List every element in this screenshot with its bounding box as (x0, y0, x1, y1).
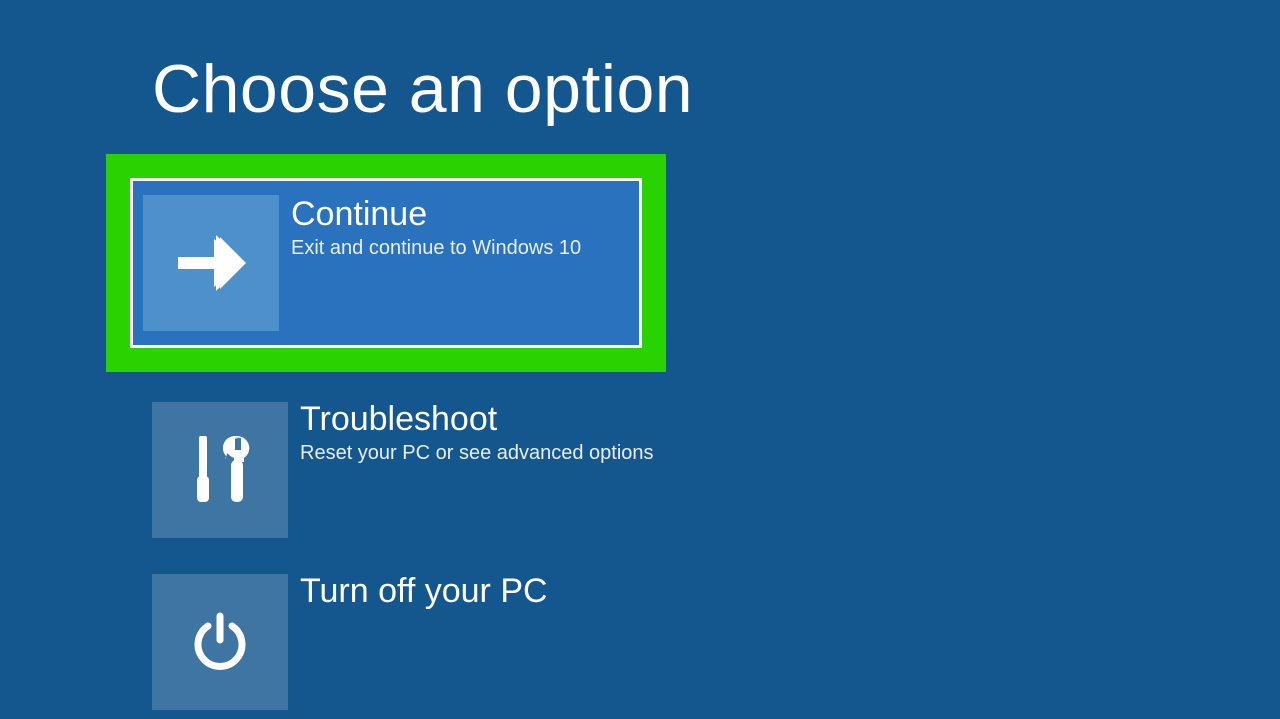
option-troubleshoot[interactable]: Troubleshoot Reset your PC or see advanc… (152, 402, 1280, 538)
option-continue-title: Continue (291, 197, 581, 233)
option-troubleshoot-description: Reset your PC or see advanced options (300, 442, 654, 465)
page-title: Choose an option (152, 50, 1280, 128)
tools-icon (152, 402, 288, 538)
option-troubleshoot-text: Troubleshoot Reset your PC or see advanc… (300, 402, 654, 465)
options-list: Continue Exit and continue to Windows 10 (152, 154, 1280, 710)
option-continue-description: Exit and continue to Windows 10 (291, 237, 581, 260)
option-turnoff[interactable]: Turn off your PC (152, 574, 1280, 710)
option-turnoff-title: Turn off your PC (300, 574, 548, 610)
option-troubleshoot-title: Troubleshoot (300, 402, 654, 438)
option-turnoff-text: Turn off your PC (300, 574, 548, 614)
option-continue[interactable]: Continue Exit and continue to Windows 10 (130, 178, 642, 348)
option-continue-text: Continue Exit and continue to Windows 10 (291, 195, 581, 260)
continue-highlight-border: Continue Exit and continue to Windows 10 (106, 154, 666, 372)
arrow-right-icon (143, 195, 279, 331)
power-icon (152, 574, 288, 710)
recovery-screen: Choose an option (0, 0, 1280, 719)
